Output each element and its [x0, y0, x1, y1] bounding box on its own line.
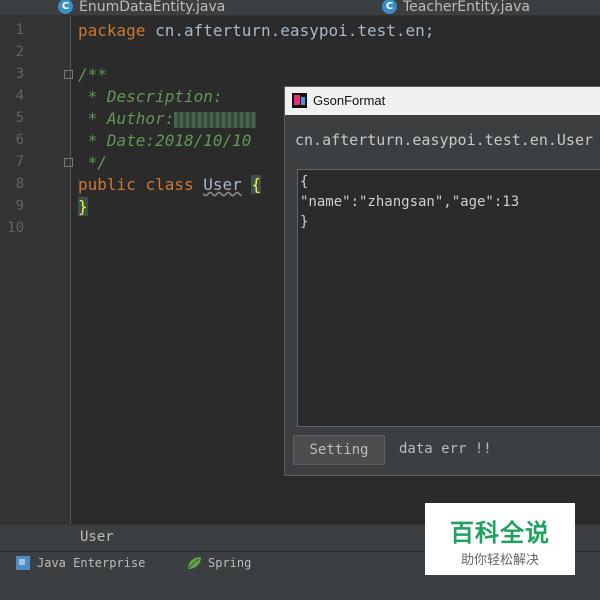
fold-marker-icon[interactable]	[64, 158, 73, 167]
breadcrumb-item[interactable]: User	[80, 529, 114, 545]
line-number: 4	[15, 88, 24, 104]
redacted-text	[174, 111, 257, 128]
line-number: 5	[15, 110, 24, 126]
line-number: 7	[15, 154, 24, 170]
package-name: cn.afterturn.easypoi.test.en;	[145, 21, 435, 40]
dialog-titlebar[interactable]: GsonFormat	[285, 87, 600, 115]
app-icon	[292, 93, 307, 108]
status-message: data err !!	[399, 441, 492, 457]
divider	[70, 16, 71, 524]
code-line[interactable]: public class User {	[78, 174, 262, 196]
tab-label: EnumDataEntity.java	[79, 0, 226, 15]
tab-teacherentity[interactable]: C TeacherEntity.java	[382, 0, 600, 15]
line-number: 1	[15, 22, 24, 38]
class-path-label: cn.afterturn.easypoi.test.en.User	[295, 131, 594, 149]
editor-tab-bar: C EnumDataEntity.java C TeacherEntity.ja…	[0, 0, 600, 15]
java-enterprise-icon	[16, 556, 30, 570]
code-line[interactable]: /**	[78, 64, 107, 86]
tab-label: TeacherEntity.java	[403, 0, 530, 15]
gsonformat-dialog: GsonFormat cn.afterturn.easypoi.test.en.…	[284, 86, 600, 476]
dialog-title: GsonFormat	[313, 93, 386, 108]
watermark-logo: 百科全说 助你轻松解决	[425, 503, 575, 575]
doc-author: * Author:	[78, 109, 175, 128]
keyword: package	[78, 21, 146, 40]
line-number: 9	[15, 198, 24, 214]
spring-button[interactable]: Spring	[186, 556, 251, 570]
tab-enumdataentity[interactable]: C EnumDataEntity.java	[58, 0, 290, 15]
class-icon: C	[58, 0, 73, 14]
json-input-area[interactable]: { "name":"zhangsan","age":13 }	[297, 169, 600, 427]
line-number: 8	[15, 176, 24, 192]
code-line[interactable]: * Description:	[78, 86, 223, 108]
code-line[interactable]: */	[78, 152, 107, 174]
line-number: 2	[15, 44, 24, 60]
line-number: 10	[7, 220, 24, 236]
watermark-subtitle: 助你轻松解决	[460, 553, 539, 568]
watermark-title: 百科全说	[450, 519, 550, 547]
code-line[interactable]: package cn.afterturn.easypoi.test.en;	[78, 20, 434, 42]
spring-leaf-icon	[188, 557, 201, 569]
java-enterprise-label: Java Enterprise	[37, 556, 146, 570]
java-enterprise-button[interactable]: Java Enterprise	[16, 556, 145, 570]
class-icon: C	[382, 0, 397, 14]
fold-marker-icon[interactable]	[64, 70, 73, 79]
line-number: 3	[15, 66, 24, 82]
setting-button[interactable]: Setting	[293, 435, 385, 465]
close-brace: }	[78, 197, 88, 216]
open-brace: {	[251, 175, 262, 194]
status-strip	[0, 575, 600, 600]
code-line[interactable]: * Date:2018/10/10	[78, 130, 252, 152]
divider	[0, 15, 600, 16]
code-line[interactable]: }	[78, 196, 88, 218]
spring-label: Spring	[208, 556, 252, 570]
code-line[interactable]: * Author:	[78, 108, 257, 130]
keyword: class	[145, 175, 194, 194]
class-name: User	[203, 175, 242, 194]
line-number: 6	[15, 132, 24, 148]
keyword: public	[78, 175, 136, 194]
